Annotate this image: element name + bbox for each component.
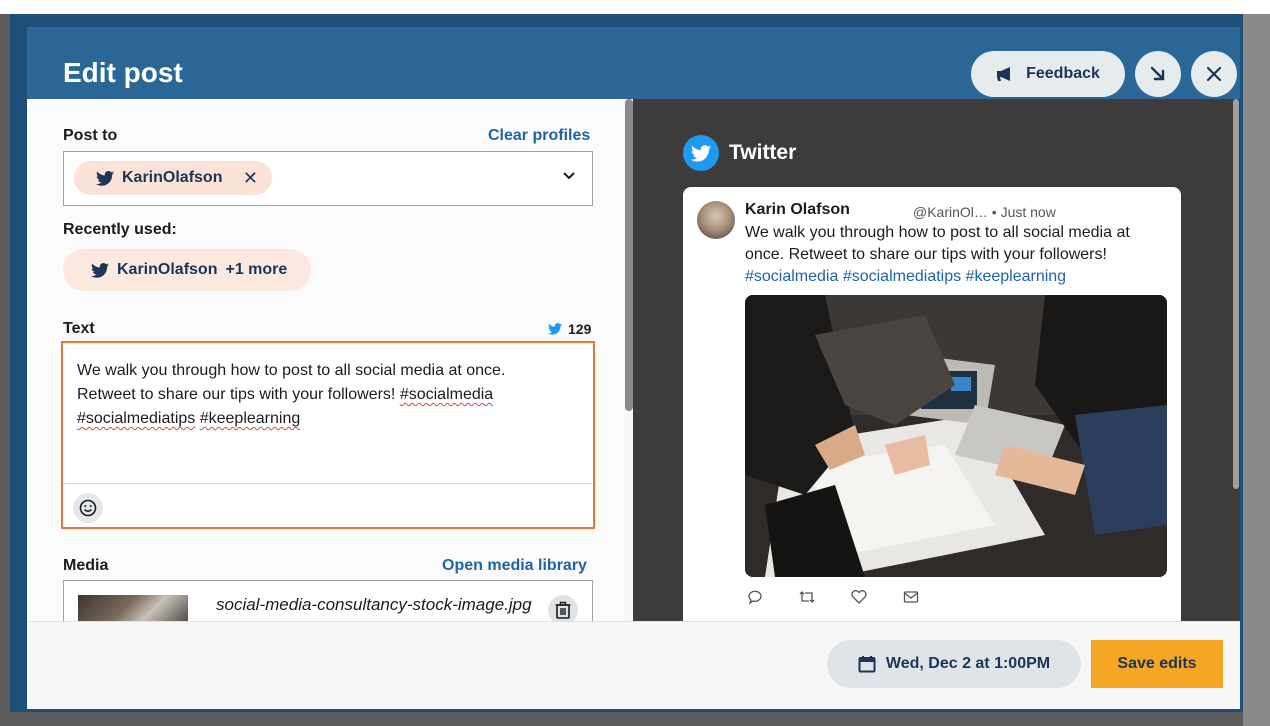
media-attachment: social-media-consultancy-stock-image.jpg — [63, 580, 593, 621]
hashtag-socialmedia: #socialmedia — [399, 386, 494, 403]
smiley-icon — [79, 499, 97, 517]
hashtag-socialmediatips: #socialmediatips — [77, 410, 196, 427]
modal-frame — [13, 17, 1240, 27]
twitter-logo-icon — [683, 135, 719, 171]
twitter-icon — [548, 323, 562, 335]
composer-panel: Post to Clear profiles KarinOlafson ✕ Re… — [27, 99, 623, 621]
tweet-handle-time: @KarinOl… • Just now — [913, 204, 1056, 220]
chevron-down-icon — [563, 172, 575, 180]
profile-select[interactable]: KarinOlafson ✕ — [63, 151, 593, 206]
tweet-body: We walk you through how to post to all s… — [745, 224, 1130, 263]
composer-scrollbar[interactable] — [625, 99, 633, 411]
modal-title: Edit post — [63, 57, 183, 88]
recent-profile-name: KarinOlafson — [117, 261, 218, 278]
post-text-area[interactable]: We walk you through how to post to all s… — [61, 341, 595, 529]
close-icon — [1206, 66, 1222, 82]
arrow-down-right-icon — [1150, 66, 1165, 81]
modal-footer: Wed, Dec 2 at 1:00PM Save edits — [27, 621, 1240, 709]
minimize-button[interactable] — [1135, 51, 1181, 97]
clear-profiles-link[interactable]: Clear profiles — [488, 127, 590, 145]
tweet-preview-card: Karin Olafson @KarinOl… • Just now We wa… — [683, 187, 1181, 621]
mail-icon[interactable] — [901, 587, 921, 607]
preview-scrollbar[interactable] — [1233, 99, 1239, 489]
backdrop-top-strip — [0, 0, 1270, 14]
recent-more-count: +1 more — [225, 261, 288, 278]
post-text-line2: Retweet to share our tips with your foll… — [77, 386, 400, 403]
open-media-library-link[interactable]: Open media library — [442, 557, 587, 575]
megaphone-icon — [997, 67, 1011, 81]
retweet-icon[interactable] — [797, 587, 817, 607]
twitter-icon — [96, 170, 114, 186]
trash-icon — [555, 601, 571, 619]
preview-network-name: Twitter — [729, 141, 797, 164]
schedule-date-label: Wed, Dec 2 at 1:00PM — [885, 655, 1051, 672]
char-counter: 129 — [548, 321, 591, 337]
tweet-actions — [745, 587, 921, 607]
tweet-hashtags: #socialmedia #socialmediatips #keeplearn… — [745, 268, 1067, 285]
remove-profile-icon[interactable]: ✕ — [243, 168, 258, 189]
text-label: Text — [63, 320, 95, 337]
preview-panel: Twitter Karin Olafson @KarinOl… • Just n… — [633, 99, 1240, 621]
post-to-label: Post to — [63, 127, 118, 144]
modal-frame-left — [13, 17, 27, 709]
selected-profile-name: KarinOlafson — [122, 169, 223, 186]
backdrop-right-strip — [1243, 14, 1270, 726]
tweet-image — [745, 295, 1167, 577]
delete-media-button[interactable] — [548, 595, 578, 621]
feedback-button[interactable]: Feedback — [971, 51, 1125, 97]
media-file-name: social-media-consultancy-stock-image.jpg — [216, 595, 532, 614]
selected-profile-chip: KarinOlafson ✕ — [74, 161, 272, 195]
post-text-line1: We walk you through how to post to all s… — [77, 362, 506, 379]
media-label: Media — [63, 557, 109, 574]
char-count: 129 — [568, 321, 592, 337]
reply-icon[interactable] — [745, 587, 765, 607]
team-working-photo — [745, 295, 1167, 577]
recently-used-label: Recently used: — [63, 221, 177, 238]
hashtag-keeplearning: #keeplearning — [199, 410, 301, 427]
preview-network-heading: Twitter — [683, 135, 796, 171]
calendar-icon — [858, 656, 876, 673]
text-area-divider — [63, 483, 593, 484]
tweet-text: We walk you through how to post to all s… — [745, 222, 1165, 288]
close-button[interactable] — [1191, 51, 1237, 97]
schedule-date-button[interactable]: Wed, Dec 2 at 1:00PM — [827, 640, 1081, 688]
recently-used-chip[interactable]: KarinOlafson +1 more — [63, 249, 311, 291]
media-thumbnail[interactable] — [78, 595, 188, 621]
twitter-icon — [91, 262, 109, 278]
heart-icon[interactable] — [849, 587, 869, 607]
tweet-author: Karin Olafson — [745, 201, 850, 218]
feedback-label: Feedback — [1026, 65, 1100, 82]
edit-post-modal: Edit post Feedback Post to Clear profile… — [10, 14, 1243, 712]
post-text[interactable]: We walk you through how to post to all s… — [77, 359, 577, 431]
save-edits-button[interactable]: Save edits — [1091, 640, 1223, 688]
modal-header: Edit post Feedback — [27, 27, 1240, 99]
emoji-button[interactable] — [73, 493, 103, 523]
avatar — [697, 201, 735, 239]
